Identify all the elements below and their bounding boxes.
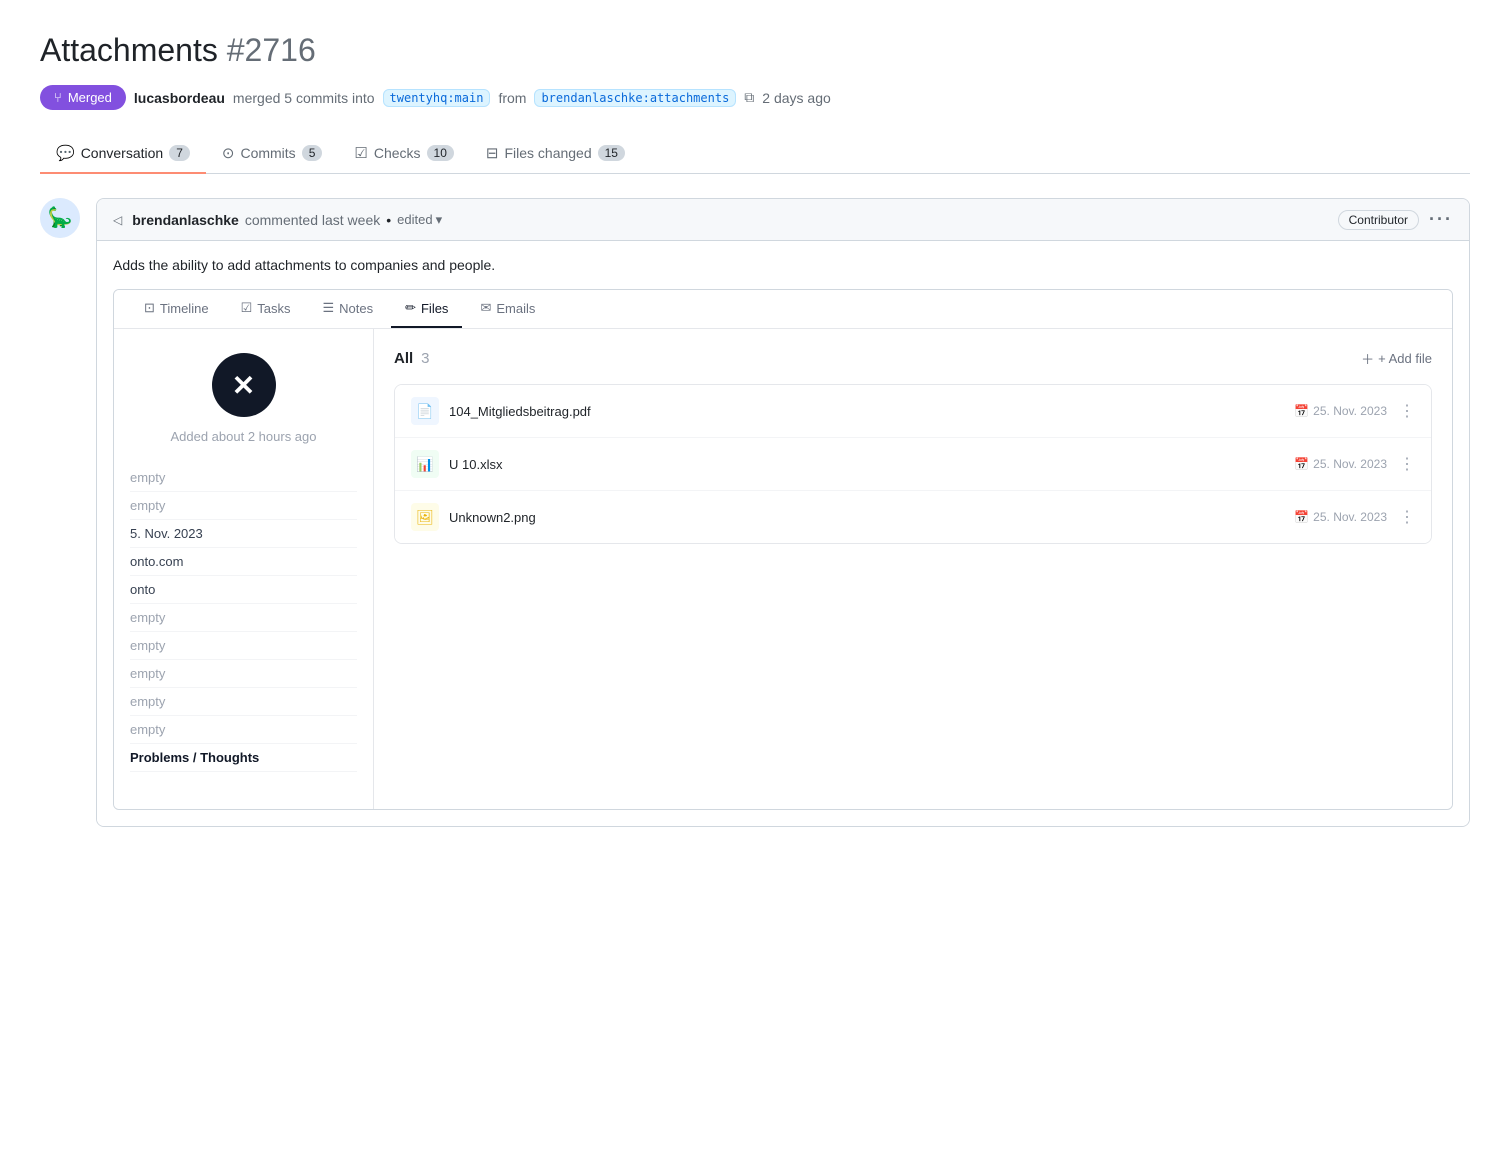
- avatar: 🦕: [40, 198, 80, 238]
- app-nav-emails[interactable]: ✉ Emails: [466, 290, 549, 328]
- list-item: 5. Nov. 2023: [130, 520, 357, 548]
- calendar-icon: 📅: [1294, 510, 1309, 524]
- app-nav-timeline[interactable]: ⊡ Timeline: [130, 290, 223, 328]
- comment-body: Adds the ability to add attachments to c…: [97, 241, 1469, 826]
- file-date: 📅 25. Nov. 2023: [1294, 510, 1387, 524]
- xlsx-icon: 📊: [411, 450, 439, 478]
- file-item: 🖼 Unknown2.png 📅 25. Nov. 2023 ⋮: [395, 491, 1431, 543]
- file-date: 📅 25. Nov. 2023: [1294, 457, 1387, 471]
- app-nav-files[interactable]: ✏ Files: [391, 290, 462, 328]
- file-list: 📄 104_Mitgliedsbeitrag.pdf 📅 25. Nov. 20…: [394, 384, 1432, 544]
- pr-meta: ⑂ Merged lucasbordeau merged 5 commits i…: [40, 85, 1470, 110]
- file-left: 📄 104_Mitgliedsbeitrag.pdf: [411, 397, 591, 425]
- file-menu-button[interactable]: ⋮: [1399, 507, 1415, 527]
- list-item: empty: [130, 688, 357, 716]
- tab-checks[interactable]: ☑ Checks 10: [338, 134, 470, 174]
- tab-conversation[interactable]: 💬 Conversation 7: [40, 134, 206, 174]
- tasks-icon: ☑: [241, 300, 253, 316]
- files-changed-icon: ⊟: [486, 144, 499, 162]
- list-item: empty: [130, 464, 357, 492]
- app-screenshot: ⊡ Timeline ☑ Tasks ☰ Notes ✏ Files: [113, 289, 1453, 810]
- files-count: 3: [421, 350, 429, 367]
- comment-header-right: Contributor ···: [1338, 209, 1453, 230]
- chevron-down-icon: ▾: [436, 212, 443, 228]
- emails-icon: ✉: [480, 300, 491, 316]
- merge-icon: ⑂: [54, 90, 62, 105]
- comment-header: ◁ brendanlaschke commented last week • e…: [97, 199, 1469, 241]
- list-item: empty: [130, 604, 357, 632]
- file-right: 📅 25. Nov. 2023 ⋮: [1294, 454, 1415, 474]
- tabs-bar: 💬 Conversation 7 ⊙ Commits 5 ☑ Checks 10…: [40, 134, 1470, 174]
- file-item: 📊 U 10.xlsx 📅 25. Nov. 2023 ⋮: [395, 438, 1431, 491]
- file-name[interactable]: Unknown2.png: [449, 510, 536, 525]
- comment-description: Adds the ability to add attachments to c…: [113, 257, 1453, 273]
- add-file-button[interactable]: ＋ + Add file: [1361, 349, 1432, 368]
- list-item: empty: [130, 716, 357, 744]
- app-nav: ⊡ Timeline ☑ Tasks ☰ Notes ✏ Files: [114, 290, 1452, 329]
- list-item-problems: Problems / Thoughts: [130, 744, 357, 772]
- files-all-count: All 3: [394, 350, 430, 367]
- tab-files-changed[interactable]: ⊟ Files changed 15: [470, 134, 641, 174]
- left-list: empty empty 5. Nov. 2023 onto.com onto e…: [130, 464, 357, 772]
- file-date: 📅 25. Nov. 2023: [1294, 404, 1387, 418]
- comment-author[interactable]: brendanlaschke: [132, 212, 239, 228]
- pr-title: Attachments #2716: [40, 32, 1470, 69]
- pdf-icon: 📄: [411, 397, 439, 425]
- png-icon: 🖼: [411, 503, 439, 531]
- contributor-badge: Contributor: [1338, 210, 1419, 230]
- file-right: 📅 25. Nov. 2023 ⋮: [1294, 401, 1415, 421]
- checks-badge: 10: [427, 145, 454, 161]
- pr-body: 🦕 ◁ brendanlaschke commented last week •…: [40, 198, 1470, 827]
- edited-button[interactable]: edited ▾: [397, 212, 442, 228]
- added-text: Added about 2 hours ago: [170, 429, 316, 444]
- list-item: empty: [130, 660, 357, 688]
- file-item: 📄 104_Mitgliedsbeitrag.pdf 📅 25. Nov. 20…: [395, 385, 1431, 438]
- logo-circle: ✕: [212, 353, 276, 417]
- files-icon: ✏: [405, 300, 416, 316]
- collapse-button[interactable]: ◁: [113, 213, 122, 227]
- pr-author: lucasbordeau: [134, 90, 225, 106]
- files-changed-badge: 15: [598, 145, 625, 161]
- checks-icon: ☑: [354, 144, 367, 162]
- notes-icon: ☰: [322, 300, 334, 316]
- file-menu-button[interactable]: ⋮: [1399, 401, 1415, 421]
- list-item: empty: [130, 492, 357, 520]
- conversation-icon: 💬: [56, 144, 75, 162]
- plus-icon: ＋: [1361, 349, 1374, 368]
- file-left: 📊 U 10.xlsx: [411, 450, 502, 478]
- app-nav-tasks[interactable]: ☑ Tasks: [227, 290, 305, 328]
- file-left: 🖼 Unknown2.png: [411, 503, 536, 531]
- more-options-button[interactable]: ···: [1429, 209, 1453, 230]
- source-branch[interactable]: brendanlaschke:attachments: [534, 89, 736, 107]
- files-header: All 3 ＋ + Add file: [394, 349, 1432, 368]
- comment-time: commented last week: [245, 212, 380, 228]
- right-panel: All 3 ＋ + Add file: [374, 329, 1452, 809]
- calendar-icon: 📅: [1294, 404, 1309, 418]
- file-menu-button[interactable]: ⋮: [1399, 454, 1415, 474]
- target-branch[interactable]: twentyhq:main: [383, 89, 491, 107]
- list-item: onto: [130, 576, 357, 604]
- merged-badge: ⑂ Merged: [40, 85, 126, 110]
- timeline-icon: ⊡: [144, 300, 155, 316]
- copy-icon[interactable]: ⧉: [744, 89, 754, 106]
- commits-badge: 5: [302, 145, 323, 161]
- commits-icon: ⊙: [222, 144, 235, 162]
- conversation-badge: 7: [169, 145, 190, 161]
- comment-header-left: ◁ brendanlaschke commented last week • e…: [113, 212, 442, 228]
- pr-time: 2 days ago: [762, 90, 831, 106]
- list-item: onto.com: [130, 548, 357, 576]
- svg-text:🦕: 🦕: [48, 205, 73, 229]
- logo-x-icon: ✕: [232, 369, 255, 402]
- calendar-icon: 📅: [1294, 457, 1309, 471]
- file-name[interactable]: 104_Mitgliedsbeitrag.pdf: [449, 404, 591, 419]
- file-right: 📅 25. Nov. 2023 ⋮: [1294, 507, 1415, 527]
- file-name[interactable]: U 10.xlsx: [449, 457, 502, 472]
- comment-container: ◁ brendanlaschke commented last week • e…: [96, 198, 1470, 827]
- app-nav-notes[interactable]: ☰ Notes: [308, 290, 387, 328]
- tab-commits[interactable]: ⊙ Commits 5: [206, 134, 339, 174]
- app-content: ✕ Added about 2 hours ago empty empty 5.…: [114, 329, 1452, 809]
- list-item: empty: [130, 632, 357, 660]
- left-panel: ✕ Added about 2 hours ago empty empty 5.…: [114, 329, 374, 809]
- pr-action: merged 5 commits into: [233, 90, 375, 106]
